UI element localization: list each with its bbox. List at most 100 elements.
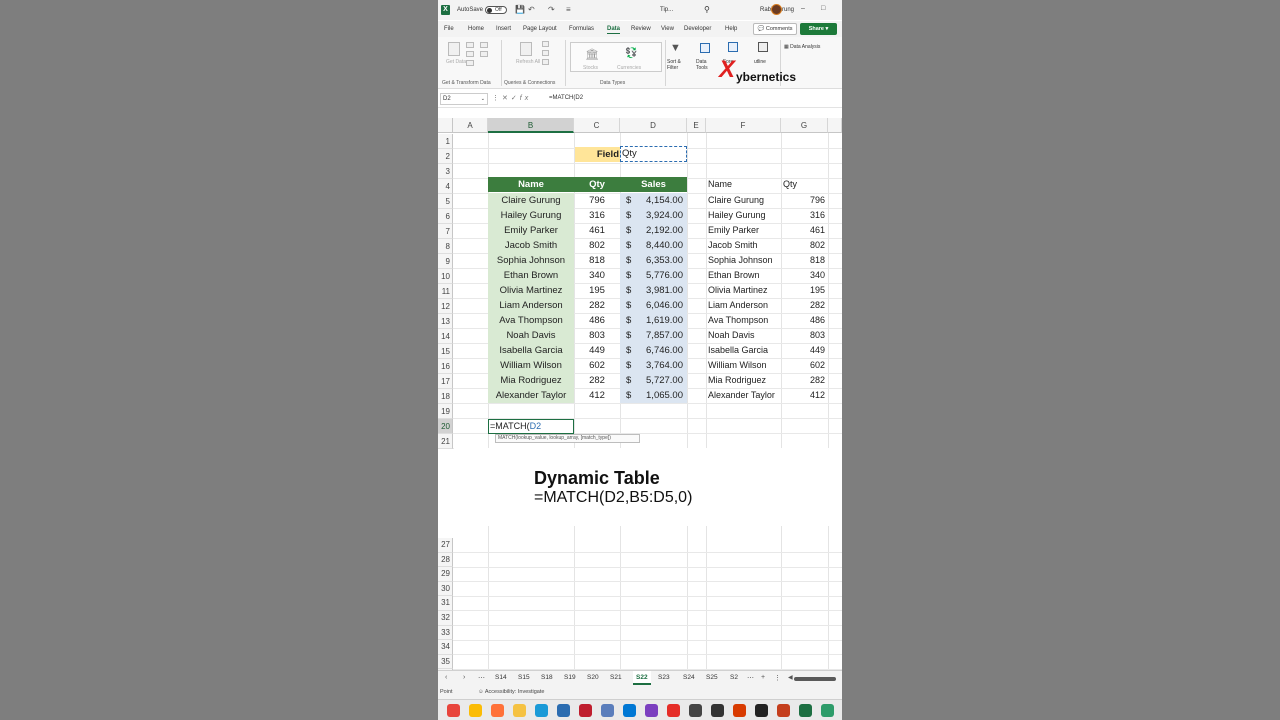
excel-icon[interactable]	[799, 704, 812, 717]
powerpoint-icon[interactable]	[777, 704, 790, 717]
column-header-d[interactable]: D	[620, 118, 687, 133]
row-header[interactable]: 30	[438, 581, 453, 597]
field-label-cell[interactable]: Field	[575, 147, 620, 162]
row-header[interactable]: 11	[438, 284, 453, 299]
table-cell-qty[interactable]: 486	[574, 313, 620, 328]
column-header-b[interactable]: B	[488, 118, 574, 133]
vs-icon[interactable]	[645, 704, 658, 717]
side-cell-name[interactable]: Hailey Gurung	[706, 208, 781, 223]
filezilla-icon[interactable]	[579, 704, 592, 717]
spreadsheet-grid[interactable]: A B C D E F G 1 2 3 4 5 6 7 8 9 10 11 12 13 14 15 16 17 1…	[438, 118, 842, 685]
table-cell-sales[interactable]: $6,746.00	[620, 343, 687, 358]
autosave-toggle[interactable]: Off	[485, 6, 507, 14]
terminal-icon[interactable]	[711, 704, 724, 717]
tab-view[interactable]: View	[661, 26, 674, 32]
row-header[interactable]: 2	[438, 149, 453, 164]
side-cell-name[interactable]: Isabella Garcia	[706, 343, 781, 358]
table-cell-name[interactable]: Claire Gurung	[488, 193, 574, 208]
from-web-icon[interactable]	[466, 51, 474, 57]
table-cell-qty[interactable]: 282	[574, 298, 620, 313]
search-icon[interactable]: ⚲	[704, 5, 710, 14]
table-cell-qty[interactable]: 802	[574, 238, 620, 253]
column-header-h[interactable]	[828, 118, 842, 133]
table-cell-sales[interactable]: $5,776.00	[620, 268, 687, 283]
accessibility-status[interactable]: ☺ Accessibility: Investigate	[478, 689, 544, 695]
row-header[interactable]: 7	[438, 224, 453, 239]
select-all-corner[interactable]	[438, 118, 453, 133]
data-tools-icon[interactable]	[700, 43, 710, 53]
side-cell-qty[interactable]: 803	[781, 328, 828, 343]
side-cell-qty[interactable]: 282	[781, 298, 828, 313]
firefox-icon[interactable]	[491, 704, 504, 717]
table-cell-name[interactable]: Liam Anderson	[488, 298, 574, 313]
sheet-tab[interactable]: S25	[706, 674, 718, 681]
app-icon[interactable]	[821, 704, 834, 717]
comments-button[interactable]: 💬 Comments	[753, 23, 797, 35]
sheet-tab[interactable]: S19	[564, 674, 576, 681]
side-cell-name[interactable]: Noah Davis	[706, 328, 781, 343]
table-cell-qty[interactable]: 803	[574, 328, 620, 343]
row-header[interactable]: 1	[438, 134, 453, 149]
table-cell-sales[interactable]: $6,353.00	[620, 253, 687, 268]
sheet-tab[interactable]: S22	[633, 671, 651, 685]
side-cell-qty[interactable]: 486	[781, 313, 828, 328]
table-cell-qty[interactable]: 340	[574, 268, 620, 283]
row-header[interactable]: 5	[438, 194, 453, 209]
side-header-qty[interactable]: Qty	[781, 177, 828, 192]
office-icon[interactable]	[733, 704, 746, 717]
sheet-tab[interactable]: S14	[495, 674, 507, 681]
options-icon[interactable]: ⋮	[492, 95, 502, 102]
obs-icon[interactable]	[755, 704, 768, 717]
side-cell-name[interactable]: Alexander Taylor	[706, 388, 781, 403]
side-cell-qty[interactable]: 449	[781, 343, 828, 358]
side-cell-name[interactable]: Olivia Martinez	[706, 283, 781, 298]
tab-help[interactable]: Help	[725, 26, 737, 32]
table-cell-sales[interactable]: $5,727.00	[620, 373, 687, 388]
side-cell-qty[interactable]: 461	[781, 223, 828, 238]
sheet-tab[interactable]: S20	[587, 674, 599, 681]
tab-page-layout[interactable]: Page Layout	[523, 26, 557, 32]
side-cell-name[interactable]: Ethan Brown	[706, 268, 781, 283]
side-cell-name[interactable]: Jacob Smith	[706, 238, 781, 253]
row-header[interactable]: 13	[438, 314, 453, 329]
chrome-icon-2[interactable]	[469, 704, 482, 717]
more-sheets-icon-right[interactable]: ⋯	[747, 674, 754, 682]
enter-icon[interactable]: ✓	[511, 95, 520, 102]
side-cell-name[interactable]: Claire Gurung	[706, 193, 781, 208]
chevron-left-icon[interactable]: ‹	[445, 674, 447, 681]
data-types-gallery[interactable]: 🏛 💱 Stocks Currencies	[570, 42, 662, 72]
cursor-icon[interactable]	[689, 704, 702, 717]
sheet-tab[interactable]: S15	[518, 674, 530, 681]
active-cell-b20[interactable]: =MATCH(D2	[488, 419, 574, 434]
avatar[interactable]	[771, 4, 782, 15]
data-analysis-button[interactable]: ▦ Data Analysis	[784, 44, 820, 50]
get-data-icon[interactable]	[448, 42, 460, 56]
table-cell-qty[interactable]: 195	[574, 283, 620, 298]
table-cell-name[interactable]: Isabella Garcia	[488, 343, 574, 358]
vscode-icon[interactable]	[623, 704, 636, 717]
table-header-name[interactable]: Name	[488, 177, 574, 192]
side-cell-qty[interactable]: 802	[781, 238, 828, 253]
row-header[interactable]: 16	[438, 359, 453, 374]
tab-insert[interactable]: Insert	[496, 26, 511, 32]
name-box[interactable]: D2 ⌄	[440, 93, 488, 105]
queries-icon[interactable]	[542, 41, 549, 47]
table-cell-name[interactable]: Olivia Martinez	[488, 283, 574, 298]
table-cell-name[interactable]: Alexander Taylor	[488, 388, 574, 403]
table-cell-sales[interactable]: $2,192.00	[620, 223, 687, 238]
table-cell-sales[interactable]: $4,154.00	[620, 193, 687, 208]
table-cell-name[interactable]: Hailey Gurung	[488, 208, 574, 223]
table-cell-qty[interactable]: 449	[574, 343, 620, 358]
side-header-name[interactable]: Name	[706, 177, 781, 192]
tab-review[interactable]: Review	[631, 26, 651, 32]
field-value-cell[interactable]: Qty	[620, 146, 687, 162]
side-cell-qty[interactable]: 602	[781, 358, 828, 373]
table-cell-qty[interactable]: 602	[574, 358, 620, 373]
side-cell-name[interactable]: Emily Parker	[706, 223, 781, 238]
row-header[interactable]: 32	[438, 611, 453, 626]
row-header[interactable]: 10	[438, 269, 453, 284]
side-cell-qty[interactable]: 316	[781, 208, 828, 223]
table-cell-sales[interactable]: $1,619.00	[620, 313, 687, 328]
column-header-e[interactable]: E	[687, 118, 706, 133]
row-header[interactable]: 4	[438, 179, 453, 194]
